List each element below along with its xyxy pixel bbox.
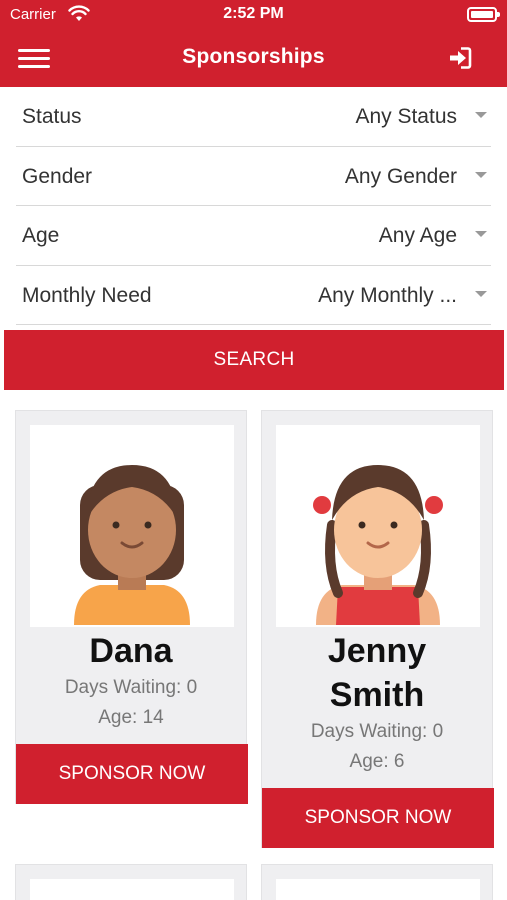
filter-list: Status Any Status Gender Any Gender Age … [0,87,507,325]
filter-status[interactable]: Status Any Status [16,87,491,147]
child-card[interactable] [261,864,493,900]
girl-avatar-icon [74,465,190,625]
child-avatar [276,425,480,627]
filter-value: Any Monthly ... [318,283,457,307]
child-card[interactable]: Jenny Smith Days Waiting: 0 Age: 6 SPONS… [261,410,494,848]
girl-pigtails-avatar-icon [313,465,443,625]
clock-time: 2:52 PM [223,5,284,22]
child-avatar [276,879,480,900]
filter-value: Any Status [355,105,457,128]
child-age: Age: 14 [98,707,164,728]
child-name: Jenny Smith [327,632,427,714]
filter-value: Any Age [378,224,457,247]
days-waiting: Days Waiting: 0 [64,677,198,698]
filter-label: Monthly Need [22,283,152,307]
child-card[interactable] [15,864,247,900]
search-button[interactable]: SEARCH [4,330,504,390]
days-waiting: Days Waiting: 0 [310,721,444,742]
child-name: Dana [89,632,173,670]
dropdown-caret-icon [475,171,487,178]
status-bar: Carrier 2:52 PM [0,0,507,30]
sponsor-now-button[interactable]: SPONSOR NOW [16,744,248,804]
child-avatar [30,879,234,900]
filter-age[interactable]: Age Any Age [16,206,491,266]
dropdown-caret-icon [475,112,487,118]
filter-gender[interactable]: Gender Any Gender [16,147,491,206]
filter-label: Gender [22,164,93,188]
sponsor-now-button[interactable]: SPONSOR NOW [262,788,494,848]
dropdown-caret-icon [475,231,487,237]
dropdown-caret-icon [475,290,487,297]
nav-bar: Sponsorships [0,30,507,87]
filter-value: Any Gender [344,164,457,188]
child-age: Age: 6 [349,751,405,772]
child-card[interactable]: Dana Days Waiting: 0 Age: 14 SPONSOR NOW [15,410,248,804]
filter-label: Status [22,105,82,128]
sign-in-icon[interactable] [447,45,473,71]
battery-icon [467,7,500,22]
filter-monthly-need[interactable]: Monthly Need Any Monthly ... [16,266,491,325]
child-avatar [30,425,234,627]
filter-label: Age [22,224,60,247]
page-title: Sponsorships [182,45,325,68]
